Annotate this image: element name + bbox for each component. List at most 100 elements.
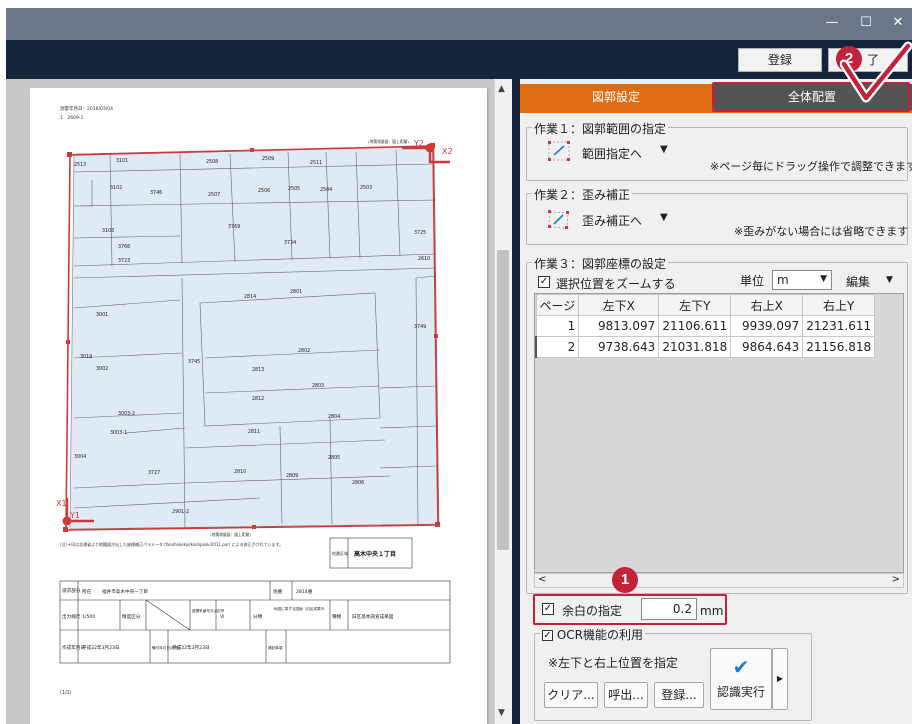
coordinate-grid[interactable]: ページ 左下X 左下Y 右上X 右上Y 1 9813.097 21106.611 9939.0… <box>534 293 904 573</box>
grid-row[interactable]: 1 9813.097 21106.611 9939.097 21231.611 <box>535 315 876 337</box>
y1-label: Y1 <box>69 511 80 520</box>
ocr-note: ※左下と右上位置を指定 <box>548 656 679 670</box>
grid-cell[interactable]: 9864.643 <box>730 336 804 358</box>
preview-scroll-thumb[interactable] <box>497 250 509 550</box>
distortion-correct-button[interactable]: 歪み補正へ <box>582 212 642 229</box>
doc-scale-note-top: (地積測量図：図上距離) <box>368 139 409 144</box>
tab-frame-settings[interactable]: 図郭設定 <box>520 84 712 110</box>
doc-scale-note-bottom: (地積測量図：図上距離) <box>210 532 251 537</box>
table-type-value: 旧区基本調査成果図 <box>352 613 394 620</box>
unit-select[interactable]: m ▼ <box>772 270 832 290</box>
recognize-button[interactable]: ✔ 認識実行 <box>710 648 772 710</box>
grid-horizontal-scrollbar[interactable]: < > <box>534 573 904 588</box>
parcel-number: 2504 <box>320 187 332 193</box>
grid-cell[interactable]: 1 <box>535 315 580 337</box>
distortion-dropdown-icon[interactable]: ▼ <box>660 212 668 223</box>
grid-header-cell[interactable]: 左下Y <box>658 294 732 316</box>
doc-header-line2: 1 2609-1 <box>60 115 83 121</box>
doc-header-line1: 測量年月日：2016/03/04 <box>60 105 113 112</box>
grid-row[interactable]: 2 9738.643 21031.818 9864.643 21156.818 <box>535 336 876 358</box>
range-select-icon[interactable] <box>548 141 570 161</box>
ocr-clear-button[interactable]: クリア... <box>544 682 598 708</box>
unit-dropdown-icon: ▼ <box>820 274 827 284</box>
parcel-number: 3769 <box>228 224 240 230</box>
edit-dropdown-icon[interactable]: ▼ <box>886 275 893 285</box>
parcel-number: 3004 <box>74 454 86 460</box>
x1-label: X1 <box>56 499 67 508</box>
grid-header-cell[interactable]: 右上X <box>730 294 804 316</box>
table-class-value: 地図に準ずる図面（旧区成果Ｂ <box>274 606 324 611</box>
scroll-up-arrow-icon[interactable]: ▲ <box>498 84 505 94</box>
grid-cell[interactable]: 21031.818 <box>658 336 732 358</box>
table-coord-label: 座標系番号又は記号 <box>192 608 225 613</box>
ocr-checkbox[interactable]: ✓ <box>542 630 553 641</box>
ocr-call-button[interactable]: 呼出... <box>604 682 648 708</box>
recognize-label: 認識実行 <box>716 685 765 699</box>
recognize-more-button[interactable]: ▶ <box>772 648 788 710</box>
doc-page-counter: (1/1) <box>60 690 72 696</box>
document-drawing[interactable]: 測量年月日：2016/03/04 1 2609-1 (地積測量図：図上距離) 2… <box>30 88 487 724</box>
ocr-register-button[interactable]: 登録... <box>654 682 704 708</box>
parcel-number: 2813 <box>252 367 264 373</box>
parcel-number: 2508 <box>206 159 218 165</box>
grid-header-cell[interactable]: 左下X <box>578 294 660 316</box>
range-dropdown-icon[interactable]: ▼ <box>660 144 668 155</box>
zoom-checkbox[interactable]: ✓ <box>538 276 550 288</box>
parcel-number: 3727 <box>148 470 160 476</box>
edit-menu-button[interactable]: 編集 <box>846 273 870 290</box>
parcel-number: 3002 <box>96 366 108 372</box>
parcel-number: 3725 <box>414 230 426 236</box>
range-select-button[interactable]: 範囲指定へ <box>582 145 642 162</box>
location-box-label: 地番区域 <box>332 550 348 556</box>
table-scale-value: 1/500 <box>82 614 95 620</box>
parcel-number: 2507 <box>208 192 220 198</box>
grid-header-cell[interactable]: ページ <box>535 294 580 316</box>
table-precision-label: 精度区分 <box>122 613 141 620</box>
parcel-number: 3019 <box>80 354 92 360</box>
grid-cell[interactable]: 9939.097 <box>730 315 804 337</box>
doc-footer-note: (注)＊印は交通省より地籍図が出した座標補正パラメータ (tkoshokekai… <box>60 541 283 547</box>
table-lot-value: 2814番 <box>296 588 313 595</box>
grid-cell[interactable]: 21231.611 <box>802 315 876 337</box>
scroll-down-arrow-icon[interactable]: ▼ <box>498 708 505 718</box>
parcel-number: 2505 <box>288 186 300 192</box>
parcel-number: 2503 <box>360 185 372 191</box>
panel-splitter[interactable] <box>512 79 520 724</box>
table-coord-value: VI <box>220 614 225 620</box>
y2-label: Y2 <box>413 139 424 148</box>
ocr-title: OCR機能の利用 <box>556 628 643 642</box>
parcel-number: 2506 <box>258 188 270 194</box>
task1-note: ※ページ毎にドラッグ操作で調整できます <box>710 160 912 173</box>
grid-cell[interactable]: 9813.097 <box>578 315 660 337</box>
grid-cell[interactable]: 21156.818 <box>802 336 876 358</box>
parcel-number: 3001 <box>96 312 108 318</box>
parcel-number: 3003-2 <box>118 411 135 417</box>
maximize-button[interactable]: ☐ <box>850 8 882 40</box>
grid-header-cell[interactable]: 右上Y <box>802 294 876 316</box>
table-remarks-label: 補記事項 <box>268 645 283 650</box>
parcel-number: 3724 <box>284 240 296 246</box>
table-address-label: 所在 <box>82 588 92 595</box>
grid-cell[interactable]: 21106.611 <box>658 315 732 337</box>
register-top-button[interactable]: 登録 <box>738 48 822 72</box>
ocr-title-wrap: ✓ OCR機能の利用 <box>540 626 645 643</box>
table-date-value: 平成22年3月23日 <box>82 644 120 651</box>
task1-title: 作業１：図郭範囲の指定 <box>532 120 669 137</box>
scroll-right-arrow-icon[interactable]: > <box>892 574 900 585</box>
parcel-number: 2806 <box>352 480 364 486</box>
distortion-correct-icon[interactable] <box>548 210 570 230</box>
parcel-number: 3723 <box>118 258 130 264</box>
grid-cell[interactable]: 2 <box>535 336 580 358</box>
close-button[interactable]: ✕ <box>882 8 912 40</box>
parcel-number: 2810 <box>234 469 246 475</box>
minimize-button[interactable]: — <box>816 8 848 40</box>
parcel-number: 3749 <box>414 324 426 330</box>
parcel-number: 2805 <box>328 455 340 461</box>
table-type-label: 種類 <box>332 613 342 620</box>
table-class-label: 分類 <box>253 613 263 620</box>
zoom-checkbox-label: 選択位置をズームする <box>556 277 676 291</box>
grid-cell[interactable]: 9738.643 <box>578 336 660 358</box>
parcel-number: 3003-1 <box>110 430 127 436</box>
title-bar <box>6 8 912 40</box>
scroll-left-arrow-icon[interactable]: < <box>538 574 546 585</box>
